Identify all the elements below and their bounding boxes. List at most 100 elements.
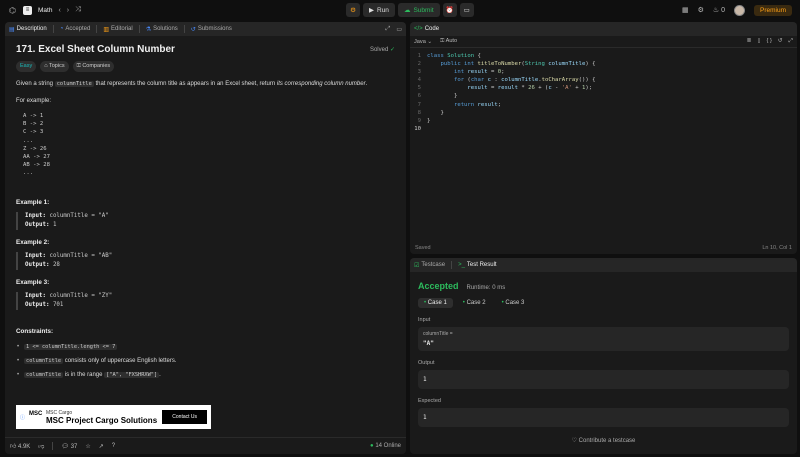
fullscreen-icon[interactable]: ⤢ — [789, 38, 793, 45]
tab-accepted[interactable]: ◔ Accepted — [60, 26, 91, 32]
comments-button[interactable]: 💬︎ 37 — [61, 443, 77, 450]
difficulty-badge: Easy — [16, 61, 37, 72]
left-footer: 👍︎ 4.9K 👎︎ 💬︎ 37 ☆ ↗ ? ● 14 Online — [5, 437, 406, 454]
output-box: 1 — [418, 370, 789, 389]
terminal-icon: >_ — [458, 262, 465, 268]
notes-button[interactable]: ▭ — [459, 3, 474, 17]
premium-button[interactable]: Premium — [753, 4, 792, 16]
examples: Example 1: Input: columnTitle = "A" Outp… — [16, 199, 395, 310]
tab-editorial[interactable]: ▥ Editorial — [103, 26, 132, 33]
help-icon[interactable]: ? — [112, 443, 115, 449]
cloud-upload-icon: ☁ — [403, 7, 411, 14]
companies-tag[interactable]: ⚿ Companies — [72, 61, 115, 72]
share-icon[interactable]: ↗ — [99, 443, 104, 450]
lock-icon: ⚿ — [440, 38, 445, 44]
code-line: 10 — [414, 125, 421, 132]
tab-test-result[interactable]: >_ Test Result — [458, 262, 497, 268]
braces-icon[interactable]: { } — [767, 38, 772, 45]
verdict: Accepted — [418, 281, 459, 291]
tab-case-3[interactable]: Case 3 — [496, 298, 531, 308]
test-tabbar: ☑ Testcase >_ Test Result — [410, 258, 797, 272]
code-icon: </> — [414, 26, 423, 32]
tab-description[interactable]: ▤ Description — [9, 26, 47, 33]
code-panel: </> Code Java ⌄ ⚿ Auto ≣ ▯ { } ↺ ⤢ 1 class… — [410, 22, 797, 254]
list-item: 1 <= columnTitle.length <= 7 — [16, 343, 395, 352]
layout-icon[interactable]: ▦ — [682, 6, 689, 14]
leetcode-logo-icon[interactable]: ⌬ — [8, 6, 17, 15]
divider — [96, 25, 98, 33]
example-2: Example 2: Input: columnTitle = "AB" Out… — [16, 239, 395, 270]
debug-button[interactable]: ⚙ — [346, 3, 360, 17]
example-1: Example 1: Input: columnTitle = "A" Outp… — [16, 199, 395, 230]
tab-case-2[interactable]: Case 2 — [457, 298, 492, 308]
code-line: 3 int result = 0; — [417, 69, 505, 76]
tag-row: Easy ⌂ Topics ⚿ Companies — [16, 61, 395, 72]
editor-toolbar: Java ⌄ ⚿ Auto ≣ ▯ { } ↺ ⤢ — [410, 36, 797, 48]
divider — [138, 25, 140, 33]
bookmark-icon[interactable]: ▯ — [757, 38, 760, 45]
ad-logo: MSC — [29, 410, 43, 417]
avatar[interactable] — [733, 4, 745, 16]
checkbox-icon: ☑ — [414, 262, 420, 269]
book-icon: ▥ — [103, 26, 110, 33]
code-line: 1 class Solution { — [417, 53, 481, 59]
ad-contact-button[interactable]: Contact Us — [162, 410, 207, 424]
code-line: 4 for (char c : columnTitle.toCharArray(… — [417, 77, 596, 84]
history-icon: ↺ — [190, 26, 196, 33]
expected-box: 1 — [418, 408, 789, 427]
tab-submissions[interactable]: ↺ Submissions — [191, 26, 232, 33]
star-icon[interactable]: ☆ — [85, 443, 90, 450]
streak-flame-icon[interactable]: ♨ 0 — [713, 6, 725, 14]
tab-case-1[interactable]: Case 1 — [418, 298, 453, 308]
online-dot-icon: ● — [370, 443, 374, 449]
run-button[interactable]: ▶ Run — [363, 3, 395, 17]
submit-button[interactable]: ☁ Submit — [397, 3, 440, 17]
example-3: Example 3: Input: columnTitle = "ZY" Out… — [16, 279, 395, 310]
play-icon: ▶ — [369, 7, 374, 14]
cursor-position: Ln 10, Col 1 — [762, 245, 792, 251]
document-icon: ▤ — [9, 26, 15, 33]
comment-icon: 💬︎ — [61, 443, 70, 450]
reset-icon[interactable]: ↺ — [778, 38, 783, 45]
shuffle-icon[interactable]: ⤨ — [75, 6, 81, 14]
format-icon[interactable]: ≣ — [747, 38, 752, 45]
settings-gear-icon[interactable]: ⚙ — [698, 6, 704, 14]
divider — [52, 442, 54, 450]
language-select[interactable]: Java ⌄ — [414, 39, 432, 45]
timer-button[interactable]: ⏰ — [442, 3, 457, 17]
lock-icon: ⚿ — [76, 63, 81, 69]
input-label: Input — [418, 317, 431, 323]
expand-icon[interactable]: ⤢ — [386, 26, 391, 33]
prev-problem-icon[interactable]: ‹ — [58, 7, 60, 14]
tab-testcase[interactable]: ☑ Testcase — [414, 262, 445, 269]
autocomplete-toggle[interactable]: ⚿ Auto — [440, 38, 457, 45]
chevron-down-icon: ⌄ — [427, 38, 433, 45]
tab-solutions[interactable]: ⚗ Solutions — [146, 26, 178, 33]
topics-tag[interactable]: ⌂ Topics — [40, 61, 69, 72]
description-panel: ▤ Description ◔ Accepted ▥ Editorial ⚗ Solut… — [5, 22, 406, 454]
more-icon[interactable]: ▭ — [396, 26, 402, 33]
advertisement-banner[interactable]: ⓘ MSC MSC Cargo MSC Project Cargo Soluti… — [16, 405, 211, 429]
like-button[interactable]: 👍︎ 4.9K — [10, 442, 30, 450]
problem-list-title[interactable]: Math — [38, 7, 52, 14]
code-line: 6 } — [417, 93, 458, 100]
dislike-icon[interactable]: 👎︎ — [38, 442, 44, 450]
tab-code[interactable]: </> Code — [414, 26, 439, 32]
heart-icon: ♡ — [571, 438, 577, 444]
flask-icon: ⚗ — [145, 26, 152, 33]
input-box: columnTitle = "A" — [418, 327, 789, 351]
divider — [52, 25, 54, 33]
code-line: 9} — [417, 117, 431, 124]
output-label: Output — [418, 360, 435, 366]
run-controls: ⚙ ▶ Run ☁ Submit ⏰ ▭ — [346, 3, 474, 17]
code-editor[interactable]: 1 class Solution { 2 public int titleToNu… — [410, 48, 797, 133]
problem-statement: Given a string columnTitle that represen… — [16, 81, 368, 87]
list-item: columnTitle consists only of uppercase E… — [16, 357, 395, 366]
problem-list-icon[interactable]: ≡ — [23, 5, 32, 15]
next-problem-icon[interactable]: › — [67, 7, 69, 14]
ad-info-icon[interactable]: ⓘ — [20, 414, 25, 421]
code-line: 8 } — [417, 109, 444, 116]
contribute-testcase-link[interactable]: ♡ Contribute a testcase — [410, 437, 797, 444]
editor-status-bar: Saved Ln 10, Col 1 — [410, 242, 797, 254]
test-result-panel: ☑ Testcase >_ Test Result Accepted Runtime… — [410, 258, 797, 454]
